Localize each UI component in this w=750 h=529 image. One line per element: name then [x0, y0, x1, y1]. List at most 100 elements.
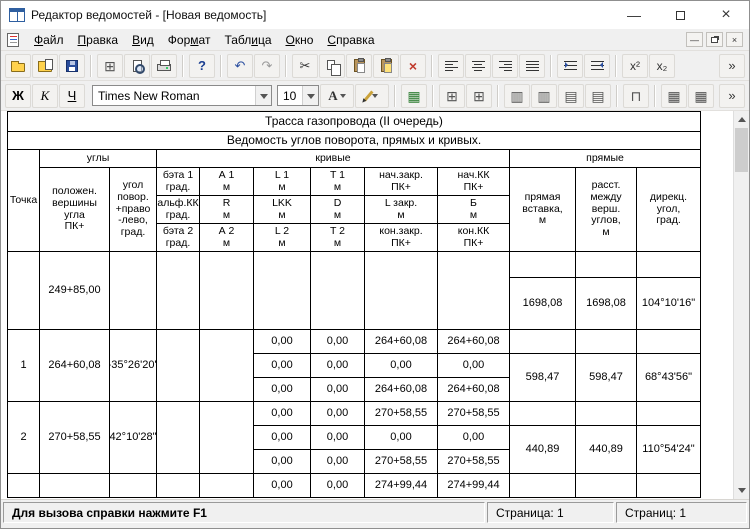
all-borders-button[interactable]: ⊞	[466, 84, 492, 108]
scrollbar-thumb[interactable]	[735, 128, 748, 172]
cell-partial[interactable]	[157, 474, 200, 498]
mdi-minimize-button[interactable]: —	[686, 32, 703, 47]
menu-edit[interactable]: Правка	[71, 30, 126, 50]
cell-curve-value[interactable]: 0,00	[311, 426, 365, 450]
cell-curve-value[interactable]: 0,00	[311, 474, 365, 498]
menu-format[interactable]: Формат	[161, 30, 218, 50]
cell-ugol[interactable]: -35°26'20"	[110, 330, 157, 402]
cell-partial[interactable]	[510, 474, 576, 498]
cell-pryamye-spacer[interactable]	[510, 252, 576, 278]
header-pryamaya-vstavka[interactable]: прямая вставка, м	[510, 168, 576, 252]
paste-special-button[interactable]	[373, 54, 399, 78]
split-cells-button[interactable]: ▦	[688, 84, 714, 108]
header-curve[interactable]: нач.закр. ПК+	[365, 168, 438, 196]
menu-help[interactable]: Справка	[320, 30, 381, 50]
chevron-down-icon[interactable]	[302, 86, 318, 105]
font-color-button[interactable]: A	[320, 84, 354, 108]
document-area[interactable]: Трасса газопровода (II очередь)Ведомость…	[1, 111, 749, 499]
cell-pryamye-spacer[interactable]	[510, 402, 576, 426]
cell-pryamye-value[interactable]: 440,89	[510, 426, 576, 474]
minimize-button[interactable]: —	[611, 1, 657, 29]
cell-partial[interactable]	[110, 474, 157, 498]
cell-partial[interactable]	[637, 474, 701, 498]
chevron-down-icon[interactable]	[255, 86, 271, 105]
table-title-cell[interactable]: Трасса газопровода (II очередь)	[8, 112, 701, 132]
group-header-ugly[interactable]: углы	[40, 150, 157, 168]
header-curve[interactable]: L 1 м	[254, 168, 311, 196]
cell-pryamye-value[interactable]: 440,89	[576, 426, 637, 474]
grid-view-button[interactable]: ⊞	[97, 54, 123, 78]
top-border-button[interactable]: ⊓	[623, 84, 649, 108]
cell-curve-value[interactable]: 270+58,55	[365, 450, 438, 474]
font-family-combo[interactable]: Times New Roman	[92, 85, 272, 106]
highlight-button[interactable]	[355, 84, 389, 108]
cell-curve-value[interactable]: 270+58,55	[438, 450, 510, 474]
cell-curve-value[interactable]: 264+60,08	[365, 378, 438, 402]
cell-partial[interactable]	[40, 474, 110, 498]
paste-button[interactable]	[346, 54, 372, 78]
header-polozhen[interactable]: положен. вершины угла ПК+	[40, 168, 110, 252]
open-button[interactable]	[5, 54, 31, 78]
cell-pryamye-value[interactable]: 598,47	[510, 354, 576, 402]
cell-tochka[interactable]	[8, 252, 40, 330]
vertical-scrollbar[interactable]	[733, 111, 749, 499]
indent-increase-button[interactable]	[557, 54, 583, 78]
more-tools-button[interactable]: »	[719, 54, 745, 78]
cell-curve-value[interactable]: 0,00	[438, 354, 510, 378]
help-button[interactable]: ?	[189, 54, 215, 78]
group-header-pryamye[interactable]: прямые	[510, 150, 701, 168]
align-right-button[interactable]	[492, 54, 518, 78]
header-direkc-ugol[interactable]: дирекц. угол, град.	[637, 168, 701, 252]
cell-curve-value[interactable]: 0,00	[254, 402, 311, 426]
menu-table[interactable]: Таблица	[217, 30, 278, 50]
menu-file[interactable]: Файл	[27, 30, 71, 50]
delete-column-button[interactable]: ▥	[531, 84, 557, 108]
scroll-up-button[interactable]	[734, 111, 749, 127]
cell-curve-value[interactable]: 0,00	[254, 330, 311, 354]
cell-curve-value[interactable]: 0,00	[254, 450, 311, 474]
copy-button[interactable]	[319, 54, 345, 78]
scroll-down-button[interactable]	[734, 483, 749, 499]
insert-table-button[interactable]: ▦	[401, 84, 427, 108]
cell-pryamye-spacer[interactable]	[637, 402, 701, 426]
cell-pryamye-spacer[interactable]	[576, 402, 637, 426]
cell-curve-value[interactable]: 0,00	[365, 426, 438, 450]
cell-pryamye-spacer[interactable]	[637, 330, 701, 354]
header-curve[interactable]: кон.КК ПК+	[438, 224, 510, 252]
cell-curve-value[interactable]: 0,00	[311, 354, 365, 378]
cell-curve-value[interactable]: 264+60,08	[438, 378, 510, 402]
cell-curve-empty[interactable]	[311, 252, 365, 330]
header-rasstoyanie[interactable]: расст. между верш. углов, м	[576, 168, 637, 252]
insert-row-button[interactable]: ▤	[558, 84, 584, 108]
cell-curve-value[interactable]: 0,00	[365, 354, 438, 378]
cell-ugol[interactable]	[110, 252, 157, 330]
cell-curve-value[interactable]: 0,00	[311, 450, 365, 474]
cell-curve-empty[interactable]	[200, 252, 254, 330]
cell-curve-value[interactable]: 0,00	[254, 378, 311, 402]
font-size-combo[interactable]: 10	[277, 85, 319, 106]
subscript-button[interactable]: x₂	[649, 54, 675, 78]
header-tochka[interactable]: Точка	[8, 150, 40, 252]
cell-tochka[interactable]: 1	[8, 330, 40, 402]
menu-view[interactable]: Вид	[125, 30, 161, 50]
menu-window[interactable]: Окно	[279, 30, 321, 50]
cut-button[interactable]: ✂	[292, 54, 318, 78]
header-curve[interactable]: R м	[200, 196, 254, 224]
header-curve[interactable]: L закр. м	[365, 196, 438, 224]
save-button[interactable]	[59, 54, 85, 78]
print-preview-button[interactable]	[124, 54, 150, 78]
table-subtitle-cell[interactable]: Ведомость углов поворота, прямых и кривы…	[8, 132, 701, 150]
cell-pryamye-value[interactable]: 68°43'56"	[637, 354, 701, 402]
cell-curve-value[interactable]: 270+58,55	[438, 402, 510, 426]
cell-curve-value[interactable]: 274+99,44	[438, 474, 510, 498]
cell-curve-value[interactable]: 0,00	[254, 354, 311, 378]
cell-partial[interactable]	[200, 474, 254, 498]
maximize-button[interactable]	[657, 1, 703, 29]
cell-curve-value[interactable]: 0,00	[254, 426, 311, 450]
header-curve[interactable]: Б м	[438, 196, 510, 224]
print-button[interactable]	[151, 54, 177, 78]
undo-button[interactable]: ↶	[227, 54, 253, 78]
superscript-button[interactable]: x²	[622, 54, 648, 78]
cell-curve-value[interactable]: 0,00	[311, 402, 365, 426]
delete-row-button[interactable]: ▤	[585, 84, 611, 108]
